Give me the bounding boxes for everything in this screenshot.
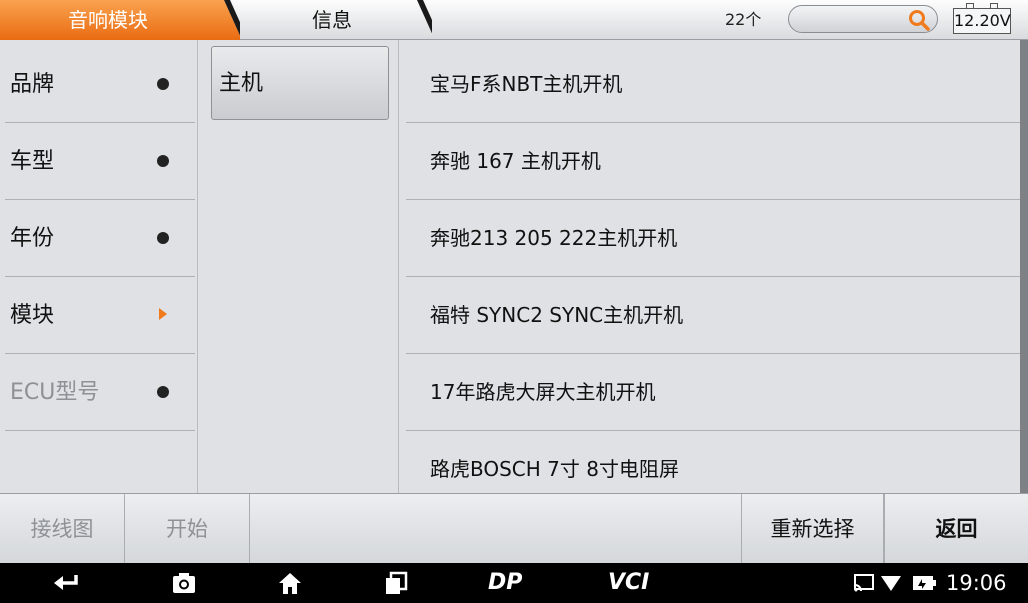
action-bar: 接线图 开始 重新选择 返回 [0,493,1028,564]
category-column: 主机 [199,40,399,493]
filter-column: 品牌 车型 年份 模块 ECU型号 [0,40,198,493]
list-item[interactable]: 路虎BOSCH 7寸 8寸电阻屏 [406,431,1020,493]
battery-icon [913,576,936,590]
scrollbar[interactable] [1020,40,1028,493]
dot-icon [157,155,169,167]
list-item-label: 福特 SYNC2 SYNC主机开机 [430,303,684,327]
reselect-button[interactable]: 重新选择 [741,494,884,564]
vci-icon[interactable]: VCI [608,563,649,603]
dot-icon [157,386,169,398]
battery-voltage: 12.20V [953,3,1011,34]
list-item-label: 路虎BOSCH 7寸 8寸电阻屏 [430,457,679,481]
search-icon[interactable] [907,8,931,32]
filter-item-year[interactable]: 年份 [5,200,195,277]
wiring-diagram-button[interactable]: 接线图 [0,494,125,564]
category-label: 主机 [219,71,264,96]
tab-audio-module-label: 音响模块 [68,8,148,32]
dot-icon [157,232,169,244]
filter-label: 模块 [10,303,55,328]
arrow-right-icon [159,308,167,320]
option-list: 宝马F系NBT主机开机 奔驰 167 主机开机 奔驰213 205 222主机开… [406,40,1020,493]
filter-label: 年份 [10,226,55,251]
result-count: 22个 [725,10,762,29]
list-item[interactable]: 奔驰213 205 222主机开机 [406,200,1020,277]
category-item-host[interactable]: 主机 [211,46,389,120]
back-icon[interactable] [50,569,82,597]
system-nav-bar: DP VCI 19:06 [0,563,1028,603]
camera-icon[interactable] [170,569,198,597]
filter-label: ECU型号 [10,380,100,405]
main-panel: 品牌 车型 年份 模块 ECU型号 主机 宝马F系NBT主机开机 奔驰 167 … [0,40,1028,493]
list-item-label: 17年路虎大屏大主机开机 [430,380,656,404]
top-bar: 音响模块 信息 22个 12.20V [0,0,1028,40]
filter-item-model[interactable]: 车型 [5,123,195,200]
home-icon[interactable] [276,569,304,597]
filter-item-module[interactable]: 模块 [5,277,195,354]
list-item[interactable]: 福特 SYNC2 SYNC主机开机 [406,277,1020,354]
list-item-label: 宝马F系NBT主机开机 [430,72,623,96]
filter-item-ecu: ECU型号 [5,354,195,431]
wifi-icon [881,576,901,591]
recents-icon[interactable] [382,569,410,597]
list-item[interactable]: 宝马F系NBT主机开机 [406,46,1020,123]
filter-item-brand[interactable]: 品牌 [5,46,195,123]
list-item-label: 奔驰213 205 222主机开机 [430,226,678,250]
search-input[interactable] [788,5,938,33]
app-screen: 音响模块 信息 22个 12.20V 品牌 车型 年份 模块 ECU型号 主机 … [0,0,1028,603]
list-item-label: 奔驰 167 主机开机 [430,149,601,173]
cast-icon [854,574,874,592]
list-item[interactable]: 17年路虎大屏大主机开机 [406,354,1020,431]
status-time: 19:06 [946,571,1007,595]
back-button[interactable]: 返回 [884,494,1028,564]
tab-audio-module[interactable]: 音响模块 [0,0,240,40]
list-item[interactable]: 奔驰 167 主机开机 [406,123,1020,200]
dot-icon [157,78,169,90]
filter-label: 车型 [10,149,55,174]
tab-info-label: 信息 [312,8,352,32]
start-button[interactable]: 开始 [125,494,250,564]
dp-icon[interactable]: DP [488,563,522,603]
tab-info[interactable]: 信息 [232,0,432,40]
filter-label: 品牌 [10,72,55,97]
